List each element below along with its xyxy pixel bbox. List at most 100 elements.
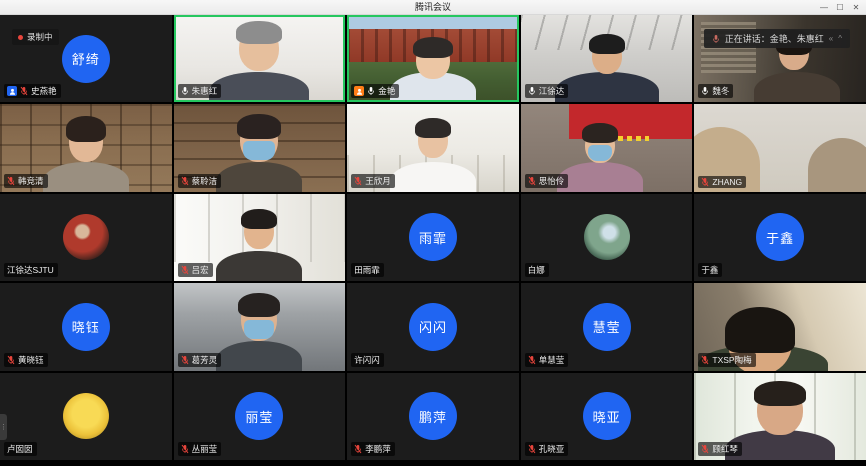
name-tag: 许闪闪 (351, 353, 384, 367)
participant-tile[interactable]: 王欣月 (347, 104, 519, 191)
participant-name: 江徐达SJTU (7, 264, 54, 276)
participant-body (216, 341, 302, 371)
participant-body (754, 72, 840, 102)
participant-tile[interactable]: 鹏萍李鹏萍 (347, 373, 519, 460)
mic-icon (701, 86, 709, 96)
participant-tile[interactable]: 葛芳灵 (174, 283, 346, 370)
participant-body (390, 162, 476, 192)
avatar: 慧莹 (583, 303, 631, 351)
mic-muted-icon (7, 176, 15, 186)
participant-tile[interactable]: 思怡伶 (521, 104, 693, 191)
mic-icon (367, 86, 375, 96)
name-tag: 李鹏萍 (351, 442, 395, 456)
name-tag: 思怡伶 (525, 174, 569, 188)
participant-face (416, 41, 450, 79)
participant-name: 韩竞清 (18, 175, 44, 187)
mic-muted-icon (528, 176, 536, 186)
avatar-text: 丽莹 (245, 407, 273, 426)
participant-face (757, 385, 803, 435)
minimize-button[interactable]: — (816, 0, 832, 14)
participant-body (216, 251, 302, 281)
participant-tile[interactable]: 雨霏田雨霏 (347, 194, 519, 281)
participant-tile[interactable]: ZHANG (694, 104, 866, 191)
participant-name: 于鑫 (701, 264, 718, 276)
name-tag: 于鑫 (698, 263, 722, 277)
name-tag: 金艳 (351, 84, 399, 98)
recording-label: 录制中 (27, 31, 53, 43)
participant-face (418, 122, 448, 158)
name-tag: 田雨霏 (351, 263, 384, 277)
avatar-text: 晓亚 (593, 407, 621, 426)
volume-icon[interactable]: « (829, 35, 833, 43)
avatar-text: 舒绮 (72, 49, 100, 68)
name-tag: 单慧莹 (525, 353, 569, 367)
avatar: 晓钰 (62, 303, 110, 351)
participant-tile[interactable]: 白娜 (521, 194, 693, 281)
participant-name: 魏冬 (712, 85, 729, 97)
recording-indicator: 录制中 (12, 29, 59, 45)
side-panel-handle[interactable]: ⋮ (0, 414, 7, 440)
avatar (63, 214, 109, 260)
name-tag: 史燕艳 (4, 84, 61, 98)
participant-tile[interactable]: TXSP陶梅 (694, 283, 866, 370)
participant-tile[interactable]: 江徐达 (521, 15, 693, 102)
participant-tile[interactable]: 卢囡囡 (0, 373, 172, 460)
mic-muted-icon (181, 355, 189, 365)
speaking-toast[interactable]: 正在讲话：金艳、朱惠红 « ^ (704, 29, 850, 48)
name-tag: 朱惠红 (178, 84, 222, 98)
name-tag: 白娜 (525, 263, 549, 277)
participant-name: 朱惠红 (192, 85, 218, 97)
mic-muted-icon (181, 444, 189, 454)
mic-muted-icon (181, 265, 189, 275)
name-tag: 孔晓亚 (525, 442, 569, 456)
participant-tile[interactable]: 于鑫于鑫 (694, 194, 866, 281)
avatar-text: 慧莹 (593, 317, 621, 336)
window-controls: — ☐ ✕ (816, 0, 864, 14)
participant-name: 金艳 (378, 85, 395, 97)
participant-tile[interactable]: 闪闪许闪闪 (347, 283, 519, 370)
participant-body (216, 162, 302, 192)
name-tag: 丛丽莹 (178, 442, 222, 456)
name-tag: 王欣月 (351, 174, 395, 188)
participant-face (69, 120, 103, 162)
avatar: 雨霏 (409, 213, 457, 261)
participant-tile[interactable]: 丽莹丛丽莹 (174, 373, 346, 460)
participant-tile[interactable]: 慧莹单慧莹 (521, 283, 693, 370)
avatar (63, 393, 109, 439)
participant-name: 许闪闪 (354, 354, 380, 366)
participant-name: 丛丽莹 (192, 443, 218, 455)
avatar (584, 214, 630, 260)
participant-tile[interactable]: 蔡聆洁 (174, 104, 346, 191)
participant-tile[interactable]: 江徐达SJTU (0, 194, 172, 281)
participant-tile[interactable]: 金艳 (347, 15, 519, 102)
participant-name: 史燕艳 (31, 85, 57, 97)
participant-tile[interactable]: 晓钰黄晓钰 (0, 283, 172, 370)
participant-name: 蔡聆洁 (192, 175, 218, 187)
mic-muted-icon (528, 355, 536, 365)
close-button[interactable]: ✕ (848, 0, 864, 14)
participant-name: 葛芳灵 (192, 354, 218, 366)
collapse-icon[interactable]: ^ (838, 35, 842, 43)
participant-face (585, 127, 615, 163)
name-tag: 江徐达SJTU (4, 263, 58, 277)
participant-name: 白娜 (528, 264, 545, 276)
participant-name: 田雨霏 (354, 264, 380, 276)
participant-tile[interactable]: 韩竞清 (0, 104, 172, 191)
participant-name: 卢囡囡 (7, 443, 33, 455)
participant-tile[interactable]: 晓亚孔晓亚 (521, 373, 693, 460)
participant-tile[interactable]: 顾红琴 (694, 373, 866, 460)
participant-grid: 舒绮史燕艳 朱惠红 金艳 江徐达魏冬韩竞清 蔡聆洁 王欣月 思怡伶 ZHANG 江徐达SJTU 吕… (0, 15, 866, 460)
mic-icon (712, 34, 720, 44)
name-tag: 葛芳灵 (178, 353, 222, 367)
participant-tile[interactable]: 朱惠红 (174, 15, 346, 102)
avatar: 舒绮 (62, 35, 110, 83)
mic-muted-icon (701, 177, 709, 187)
participant-body (209, 72, 309, 102)
name-tag: 蔡聆洁 (178, 174, 222, 188)
maximize-button[interactable]: ☐ (832, 0, 848, 14)
name-tag: 卢囡囡 (4, 442, 37, 456)
mic-muted-icon (701, 355, 709, 365)
mic-muted-icon (20, 86, 28, 96)
participant-tile[interactable]: 吕宏 (174, 194, 346, 281)
participant-face (241, 297, 277, 341)
